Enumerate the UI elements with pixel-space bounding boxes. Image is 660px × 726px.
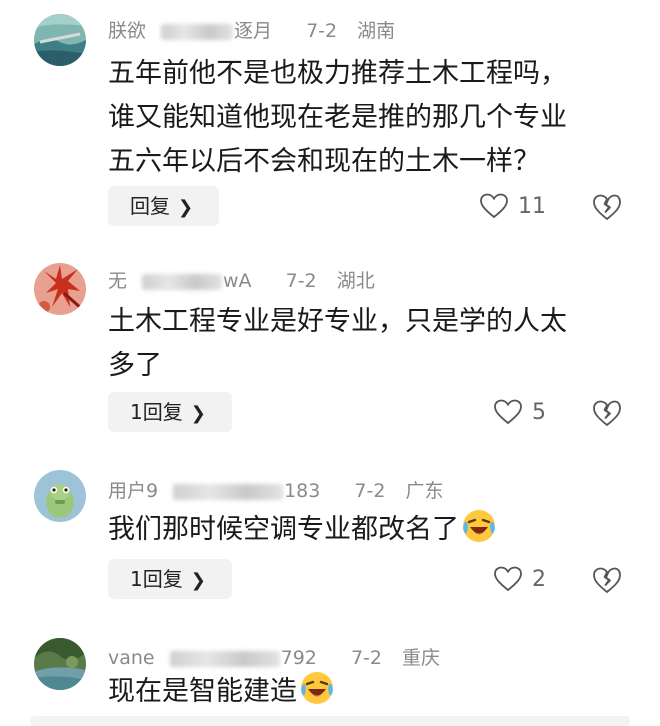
avatar[interactable] [34,638,86,690]
username[interactable]: 用户9 183 [108,480,334,502]
reply-button[interactable]: 回复 ❯ [108,186,220,226]
avatar[interactable] [34,470,86,522]
comment-meta: 无 wA 7-2 湖北 [108,266,389,293]
like-count: 2 [532,566,546,592]
heart-outline-icon [494,566,522,592]
comment-meta: 用户9 183 7-2 广东 [108,476,458,503]
comment-date: 7-2 [285,270,317,292]
comment-meta: vane 792 7-2 重庆 [108,643,454,670]
comment-text: 土木工程专业是好专业，只是学的人太 多了 [108,306,567,381]
like-button[interactable]: 11 [480,186,546,226]
comment-meta: 朕欲 逐月 7-2 湖南 [108,16,409,43]
comment-text: 我们那时候空调专业都改名了 [108,508,628,552]
comment-location: 湖北 [336,270,375,292]
comment-text: 现在是智能建造 [108,670,628,714]
comment-location: 重庆 [402,647,441,669]
laughing-crying-emoji [463,510,495,542]
comment-text: 五年前他不是也极力推荐土木工程吗， 谁又能知道他现在老是推的那几个专业 五六年以… [108,58,567,177]
heart-outline-icon [494,399,522,425]
laughing-crying-emoji [301,672,333,704]
username[interactable]: vane 792 [108,647,331,669]
avatar[interactable] [34,263,86,315]
username[interactable]: 无 wA [108,270,266,292]
comment-location: 湖南 [357,20,396,42]
like-button[interactable]: 2 [494,559,546,599]
comment-location: 广东 [405,480,444,502]
avatar[interactable] [34,14,86,66]
comment-date: 7-2 [354,480,386,502]
reply-button[interactable]: 1回复 ❯ [108,392,232,432]
broken-heart-icon[interactable] [592,192,622,222]
like-count: 11 [518,193,546,219]
reply-button-partial [30,716,630,726]
like-button[interactable]: 5 [494,392,546,432]
chevron-right-icon: ❯ [178,197,194,218]
heart-outline-icon [480,193,508,219]
username[interactable]: 朕欲 逐月 [108,20,286,42]
comment-date: 7-2 [350,647,382,669]
broken-heart-icon[interactable] [592,398,622,428]
chevron-right-icon: ❯ [190,570,206,591]
like-count: 5 [532,399,546,425]
reply-button[interactable]: 1回复 ❯ [108,559,232,599]
chevron-right-icon: ❯ [190,403,206,424]
broken-heart-icon[interactable] [592,565,622,595]
comment-date: 7-2 [306,20,338,42]
